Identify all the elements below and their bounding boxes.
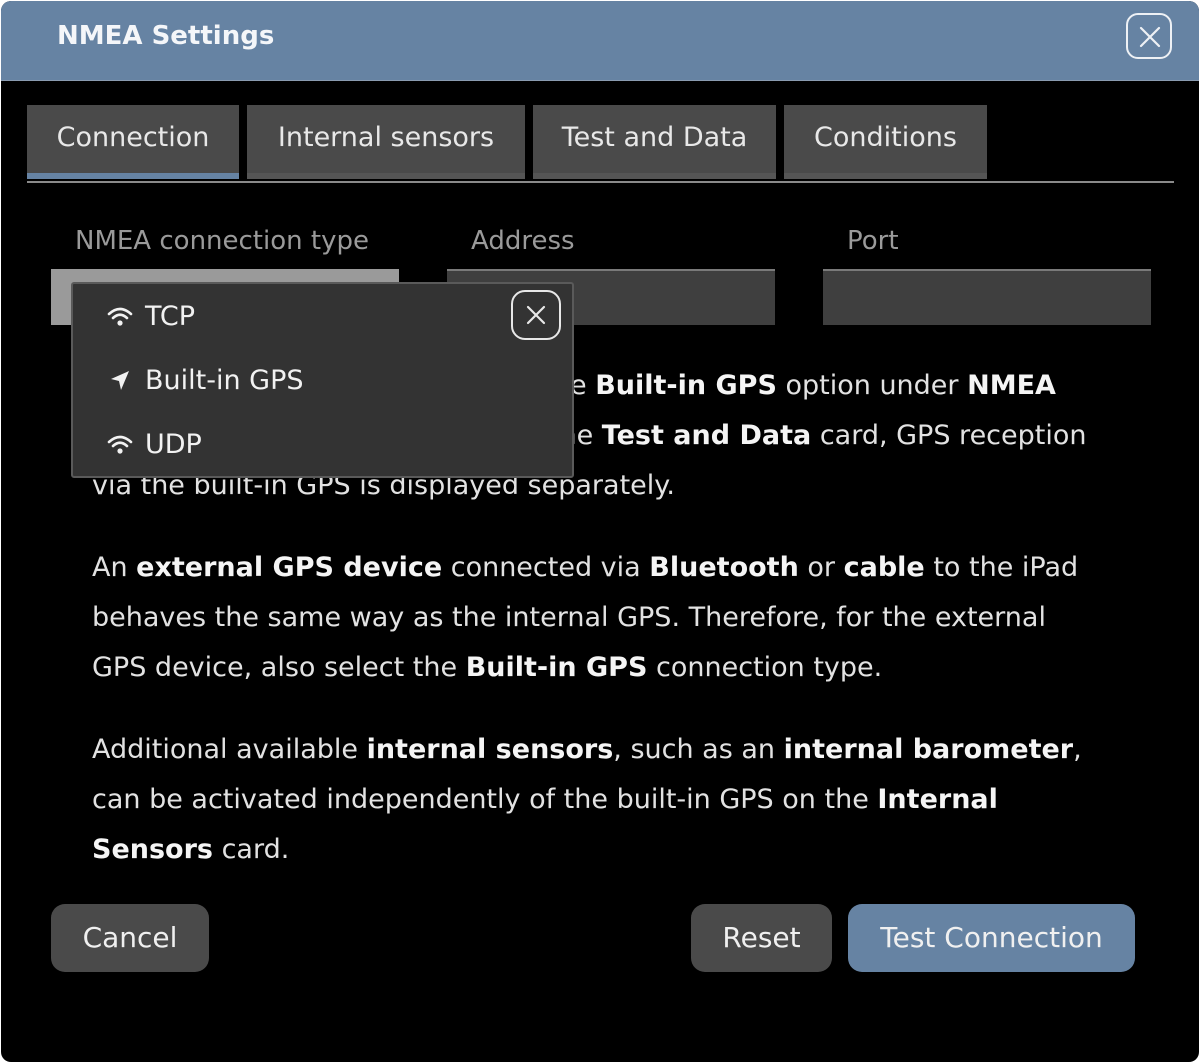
dialog-titlebar: NMEA Settings [1, 1, 1199, 81]
info-text-run: connection type. [647, 652, 883, 683]
reset-button[interactable]: Reset [691, 904, 832, 972]
tab-connection[interactable]: Connection [27, 105, 239, 179]
close-dialog-button[interactable] [1126, 13, 1172, 59]
cancel-button[interactable]: Cancel [51, 904, 209, 972]
wifi-icon [107, 435, 133, 454]
info-emphasis: Test and Data [601, 420, 812, 451]
port-input[interactable] [823, 269, 1151, 325]
info-text-run: , such as an [613, 734, 784, 765]
info-emphasis: internal barometer [783, 734, 1074, 765]
test-connection-button[interactable]: Test Connection [848, 904, 1135, 972]
tab-internal-sensors[interactable]: Internal sensors [247, 105, 525, 179]
info-text-run: or [798, 552, 844, 583]
dropdown-option-udp[interactable]: UDP [107, 425, 307, 465]
address-label: Address [471, 226, 575, 256]
connection-type-dropdown: TCP Built-in GPS UDP [71, 282, 574, 478]
dropdown-close-button[interactable] [511, 290, 561, 340]
close-icon [526, 305, 546, 325]
close-icon [1139, 26, 1161, 48]
port-label: Port [847, 226, 899, 256]
option-label: UDP [145, 429, 202, 460]
option-label: TCP [145, 301, 196, 332]
info-text-run: connected via [442, 552, 650, 583]
tab-conditions[interactable]: Conditions [784, 105, 987, 179]
wifi-icon [107, 307, 133, 326]
option-label: Built-in GPS [145, 365, 304, 396]
info-emphasis: external GPS device [136, 552, 443, 583]
info-emphasis: Built-in GPS [595, 370, 777, 401]
info-paragraph-3: Additional available internal sensors, s… [92, 725, 1102, 875]
nmea-settings-dialog: NMEA Settings Connection Internal sensor… [1, 1, 1199, 1062]
dropdown-option-tcp[interactable]: TCP [107, 297, 307, 337]
location-arrow-icon [111, 371, 129, 390]
dropdown-option-built-in-gps[interactable]: Built-in GPS [107, 361, 367, 401]
info-paragraph-2: An external GPS device connected via Blu… [92, 543, 1102, 693]
connection-type-label: NMEA connection type [75, 226, 369, 256]
info-emphasis: internal sensors [366, 734, 614, 765]
info-text-run: An [92, 552, 137, 583]
info-emphasis: cable [843, 552, 925, 583]
info-text-run: card. [213, 834, 290, 865]
info-text-run: option under [776, 370, 968, 401]
dialog-title: NMEA Settings [57, 21, 275, 51]
info-text-run: Additional available [92, 734, 367, 765]
tab-test-and-data[interactable]: Test and Data [533, 105, 776, 179]
info-emphasis: Built-in GPS [465, 652, 648, 683]
info-emphasis: Bluetooth [649, 552, 799, 583]
tab-bar: Connection Internal sensors Test and Dat… [27, 105, 1174, 183]
